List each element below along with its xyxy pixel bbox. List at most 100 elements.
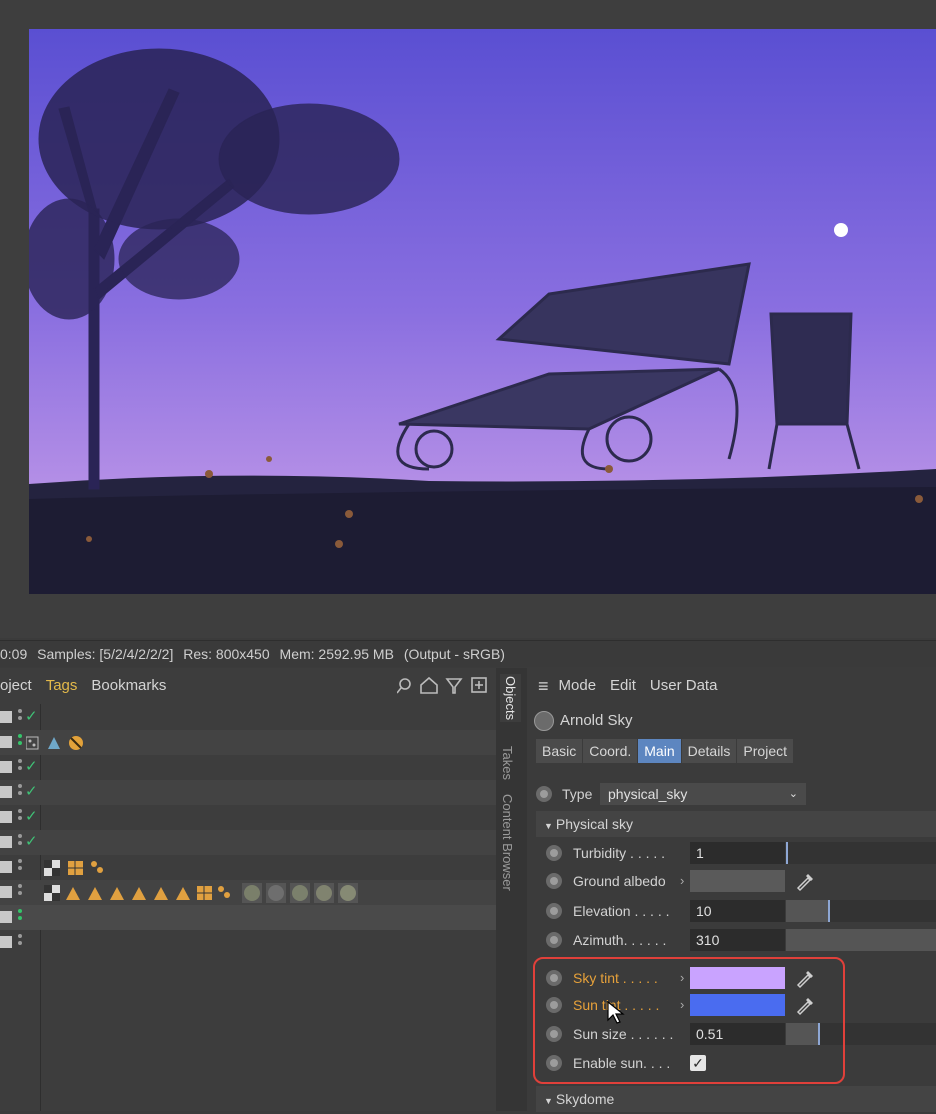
material-sphere-icon[interactable] [314,883,334,903]
azimuth-field[interactable]: 310⇅ [690,929,936,951]
checker-tag-icon[interactable] [44,860,60,876]
triangle-tag-icon[interactable] [88,887,102,900]
hamburger-menu-icon[interactable]: ≡ [538,668,549,704]
tab-details[interactable]: Details [681,739,737,763]
visibility-icon[interactable] [0,736,12,748]
elevation-field[interactable]: 10⇅ [690,900,936,922]
azimuth-slider[interactable] [786,929,936,951]
render-dots-icon[interactable] [18,709,24,727]
render-dots-icon[interactable] [18,734,24,752]
arnold-tag-icon[interactable] [48,737,60,749]
group-physical-sky[interactable]: ▼ Physical sky [536,811,936,837]
ground-albedo-row: Ground albedo › [528,868,936,894]
type-dropdown[interactable]: physical_sky ⌄ [600,783,806,805]
triangle-tag-icon[interactable] [154,887,168,900]
grid-tag-icon[interactable] [197,886,212,900]
visibility-icon[interactable] [0,886,12,898]
animation-radio-icon[interactable] [546,903,562,919]
home-icon[interactable] [420,676,438,694]
tab-project[interactable]: Project [737,739,793,763]
material-sphere-icon[interactable] [290,883,310,903]
animation-radio-icon[interactable] [546,873,562,889]
render-dots-icon[interactable] [18,884,24,902]
elevation-slider[interactable] [786,900,936,922]
render-dots-icon[interactable] [18,909,24,927]
render-dots-icon[interactable] [18,809,24,827]
menu-edit[interactable]: Edit [610,677,636,694]
enabled-check-icon[interactable]: ✓ [25,807,38,825]
tab-main[interactable]: Main [638,739,681,763]
visibility-icon[interactable] [0,836,12,848]
grid-tag-icon[interactable] [68,861,83,875]
material-sphere-icon[interactable] [266,883,286,903]
material-sphere-icon[interactable] [242,883,262,903]
filter-icon[interactable] [445,678,463,694]
triangle-down-icon: ▼ [544,821,553,831]
triangle-tag-icon[interactable] [66,887,80,900]
animation-radio-icon[interactable] [536,786,552,802]
menu-mode[interactable]: Mode [559,677,597,694]
triangle-tag-icon[interactable] [176,887,190,900]
menu-user-data[interactable]: User Data [650,677,718,694]
slider-handle[interactable] [786,842,788,864]
dots-tag-icon[interactable] [26,736,39,750]
menu-tags[interactable]: Tags [46,677,78,694]
slider-handle[interactable] [828,900,830,922]
triangle-tag-icon[interactable] [132,887,146,900]
turbidity-field[interactable]: 1⇅ [690,842,936,864]
turbidity-slider[interactable] [786,842,936,864]
visibility-icon[interactable] [0,861,12,873]
slider-fill [786,900,828,922]
add-icon[interactable] [471,677,487,693]
render-dots-icon[interactable] [18,859,24,877]
enabled-check-icon[interactable]: ✓ [25,832,38,850]
checker-tag-icon[interactable] [44,885,60,901]
triangle-tag-icon[interactable] [110,887,124,900]
object-row[interactable] [0,905,496,930]
eyedropper-icon[interactable] [794,870,816,892]
visibility-icon[interactable] [0,786,12,798]
object-row[interactable]: ✓ [0,705,496,730]
tab-coord[interactable]: Coord. [583,739,638,763]
animation-radio-icon[interactable] [546,932,562,948]
ground-albedo-swatch[interactable] [690,870,785,892]
visibility-icon[interactable] [0,911,12,923]
render-dots-icon[interactable] [18,784,24,802]
render-dots-icon[interactable] [18,834,24,852]
visibility-icon[interactable] [0,811,12,823]
menu-object[interactable]: oject [0,677,32,694]
enabled-check-icon[interactable]: ✓ [25,757,38,775]
render-dots-icon[interactable] [18,934,24,952]
object-row[interactable] [0,930,496,955]
expand-arrow-icon[interactable]: › [680,868,684,894]
visibility-icon[interactable] [0,761,12,773]
render-time: 0:09 [0,646,28,662]
object-row[interactable] [0,855,496,880]
enabled-check-icon[interactable]: ✓ [25,707,38,725]
prohibited-tag-icon[interactable] [69,736,83,750]
spheres-tag-icon[interactable] [91,861,103,873]
enabled-check-icon[interactable]: ✓ [25,782,38,800]
object-tags [44,883,358,903]
material-sphere-icon[interactable] [338,883,358,903]
object-row[interactable] [0,730,496,755]
object-title: Arnold Sky [534,708,633,734]
menu-bookmarks[interactable]: Bookmarks [91,677,166,694]
tab-takes[interactable]: Takes [500,746,515,780]
tab-objects[interactable]: Objects [500,674,521,723]
render-dots-icon[interactable] [18,759,24,777]
tab-content-browser[interactable]: Content Browser [500,794,515,891]
object-row[interactable]: ✓ [0,755,496,780]
visibility-icon[interactable] [0,711,12,723]
object-tags [26,736,83,750]
animation-radio-icon[interactable] [546,845,562,861]
spheres-tag-icon[interactable] [218,886,230,898]
object-row[interactable] [0,880,496,905]
object-row[interactable]: ✓ [0,830,496,855]
tab-basic[interactable]: Basic [536,739,583,763]
visibility-icon[interactable] [0,936,12,948]
object-row[interactable]: ✓ [0,805,496,830]
search-icon[interactable] [397,678,411,694]
object-row[interactable]: ✓ [0,780,496,805]
group-skydome[interactable]: ▼ Skydome [536,1086,936,1112]
